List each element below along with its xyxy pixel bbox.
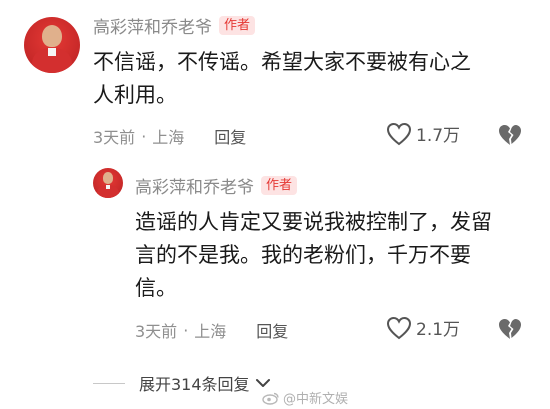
watermark-text: @中新文娱 — [283, 392, 349, 407]
reply-button[interactable]: 回复 — [256, 318, 288, 342]
reply-text-line: 信。 — [135, 276, 177, 300]
heart-outline-icon — [386, 316, 412, 339]
comment-location: 上海 — [152, 128, 185, 147]
reply-meta: 3天前 · 上海 回复 — [135, 318, 288, 342]
reply-time: 3天前 — [135, 322, 178, 341]
reply-location: 上海 — [194, 322, 227, 341]
comment-text-line: 不信谣，不传谣。希望大家不要被有心之 — [93, 50, 471, 74]
avatar-head — [102, 172, 114, 185]
author-badge: 作者 — [219, 16, 256, 35]
comment-text-line: 人利用。 — [93, 83, 177, 107]
like-count: 1.7万 — [416, 126, 461, 146]
weibo-logo-icon — [262, 392, 279, 405]
like-count: 2.1万 — [416, 320, 461, 340]
reply-text-line: 造谣的人肯定又要说我被控制了，发留 — [135, 210, 492, 234]
avatar-head — [41, 24, 63, 48]
avatar[interactable] — [24, 17, 80, 73]
reply-author-name[interactable]: 高彩萍和乔老爷 — [135, 173, 254, 198]
broken-heart-icon[interactable] — [497, 123, 523, 147]
avatar-collar — [105, 184, 111, 189]
broken-heart-icon[interactable] — [497, 317, 523, 341]
like-button[interactable]: 1.7万 — [386, 121, 460, 146]
comment-time: 3天前 — [93, 128, 136, 147]
avatar-collar — [47, 47, 57, 56]
expand-replies-button[interactable]: 展开314条回复 — [93, 371, 272, 395]
reply-like-button[interactable]: 2.1万 — [386, 315, 460, 340]
reply-text: 造谣的人肯定又要说我被控制了，发留 言的不是我。我的老粉们，千万不要 信。 — [135, 206, 535, 305]
reply-author-row: 高彩萍和乔老爷 作者 — [135, 173, 298, 198]
reply-avatar[interactable] — [93, 168, 123, 198]
reply-text-line: 言的不是我。我的老粉们，千万不要 — [135, 243, 471, 267]
comment-text: 不信谣，不传谣。希望大家不要被有心之 人利用。 — [93, 46, 533, 112]
comment-author-row: 高彩萍和乔老爷 作者 — [93, 13, 256, 38]
comment-author-name[interactable]: 高彩萍和乔老爷 — [93, 13, 212, 38]
expand-replies-label: 展开314条回复 — [139, 375, 250, 394]
divider-line — [93, 382, 125, 384]
heart-outline-icon — [386, 122, 412, 145]
reply-button[interactable]: 回复 — [214, 124, 246, 148]
author-badge: 作者 — [261, 176, 298, 195]
meta-separator: · — [183, 320, 189, 340]
comment-meta: 3天前 · 上海 回复 — [93, 124, 246, 148]
watermark: @中新文娱 — [262, 388, 348, 407]
meta-separator: · — [141, 126, 147, 146]
